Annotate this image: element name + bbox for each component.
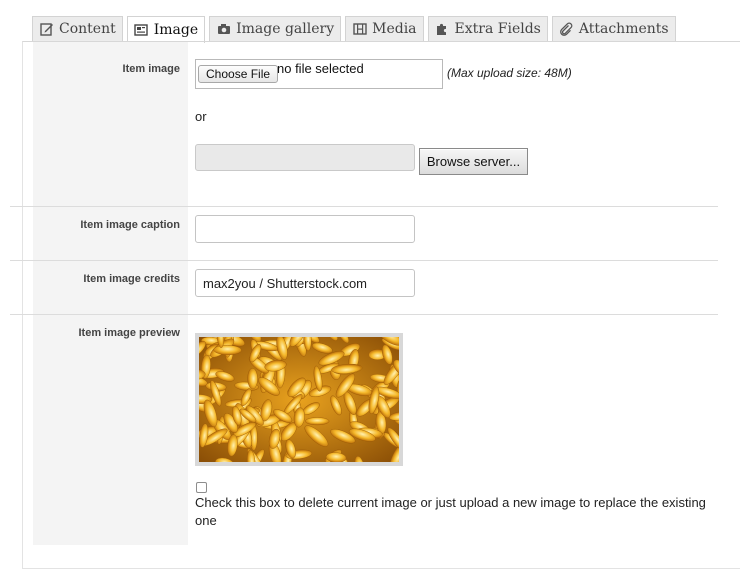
tab-label: Image xyxy=(153,22,199,38)
tab-label: Media xyxy=(372,21,417,37)
corn-cob xyxy=(247,368,258,390)
item-image-caption-label: Item image caption xyxy=(80,219,180,231)
corn-image xyxy=(199,337,399,462)
row-divider xyxy=(10,260,718,261)
image-icon xyxy=(134,23,149,38)
tab-content[interactable]: Content xyxy=(32,16,123,41)
choose-file-button[interactable]: Choose File xyxy=(198,65,279,83)
item-image-label: Item image xyxy=(122,63,180,75)
or-text: or xyxy=(195,109,207,124)
item-image-caption-input[interactable] xyxy=(195,215,415,243)
paperclip-icon xyxy=(559,22,574,37)
puzzle-icon xyxy=(435,22,450,37)
item-image-credits-input[interactable]: max2you / Shutterstock.com xyxy=(195,269,415,297)
tab-attachments[interactable]: Attachments xyxy=(551,16,676,41)
label-column xyxy=(33,42,188,545)
item-image-preview-label: Item image preview xyxy=(78,327,181,339)
tab-label: Content xyxy=(59,21,116,37)
item-image-credits-label: Item image credits xyxy=(83,273,180,285)
tab-label: Image gallery xyxy=(236,21,335,37)
tab-image-gallery[interactable]: Image gallery xyxy=(209,16,342,41)
browse-server-button[interactable]: Browse server... xyxy=(419,148,528,175)
tab-media[interactable]: Media xyxy=(345,16,424,41)
tab-bar: Content Image Image gallery Media Extra … xyxy=(32,16,676,43)
film-icon xyxy=(352,22,367,37)
image-tab-panel xyxy=(22,41,740,569)
delete-image-label: Check this box to delete current image o… xyxy=(195,495,706,528)
file-status-text: no file selected xyxy=(277,61,364,76)
delete-image-checkbox[interactable] xyxy=(196,482,207,493)
item-image-preview xyxy=(195,333,403,466)
tab-label: Attachments xyxy=(578,21,669,37)
camera-icon xyxy=(216,22,231,37)
tab-extra-fields[interactable]: Extra Fields xyxy=(427,16,548,41)
max-upload-note: (Max upload size: 48M) xyxy=(447,66,572,80)
server-path-input[interactable] xyxy=(195,144,415,171)
tab-image[interactable]: Image xyxy=(126,16,206,43)
tab-label: Extra Fields xyxy=(454,21,541,37)
corn-cob xyxy=(305,417,330,426)
row-divider xyxy=(10,314,718,315)
row-divider xyxy=(10,206,718,207)
edit-icon xyxy=(39,22,54,37)
